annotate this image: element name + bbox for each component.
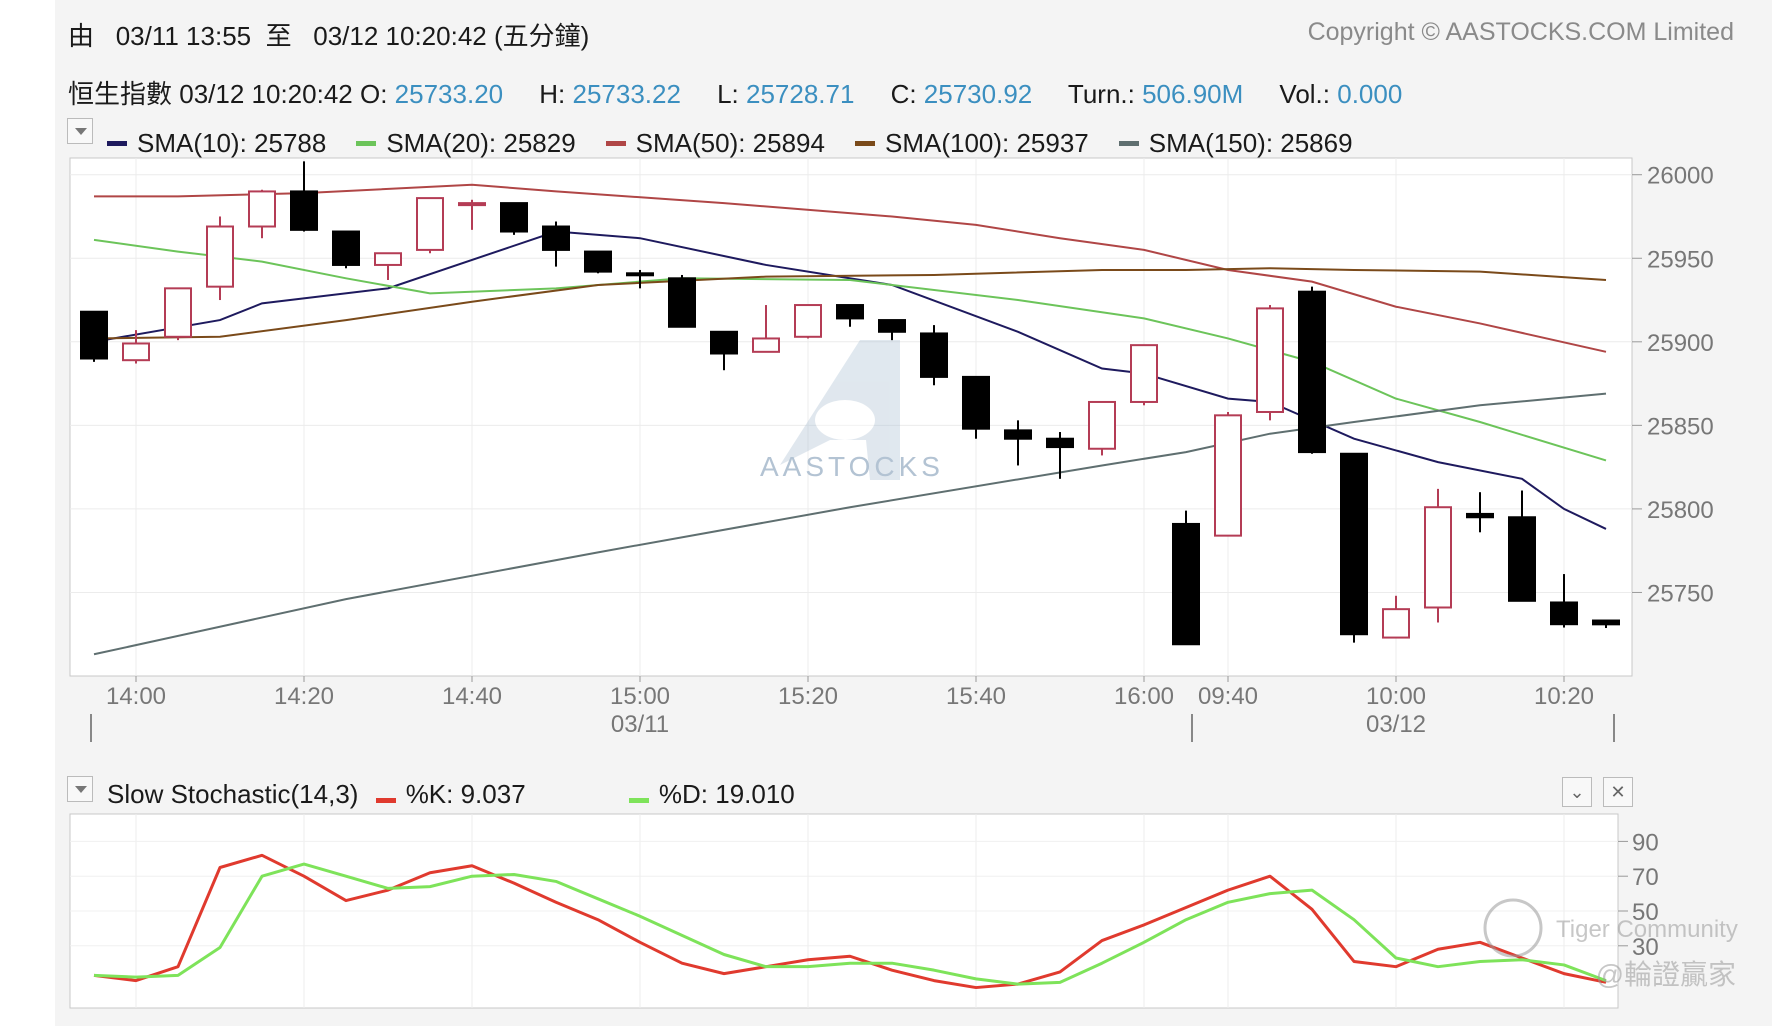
author-watermark: @輪證贏家: [1596, 959, 1736, 990]
x-tick-label: 10:00: [1366, 683, 1426, 710]
candle-body: [962, 375, 990, 430]
candle-body: [458, 202, 486, 207]
candle-body: [1130, 344, 1158, 403]
y-tick-label: 90: [1632, 829, 1659, 856]
candle-body: [416, 197, 444, 251]
x-tick-label: 09:40: [1198, 683, 1258, 710]
candle-body: [374, 252, 402, 266]
candle-body: [500, 202, 528, 233]
candle-body: [1088, 400, 1116, 450]
x-tick-label: 16:00: [1114, 683, 1174, 710]
y-tick-label: 25950: [1647, 246, 1714, 273]
x-tick-label: 10:20: [1534, 683, 1594, 710]
candle-body: [1592, 619, 1620, 626]
y-tick-label: 25750: [1647, 580, 1714, 607]
x-tick-label: 15:00: [610, 683, 670, 710]
candle-body: [1256, 307, 1284, 413]
candle-body: [1424, 506, 1452, 609]
candle-body: [80, 310, 108, 360]
stochastic-chart[interactable]: 90705030Tiger Community@輪證贏家: [0, 800, 1772, 1026]
date-label: 03/12: [1366, 711, 1426, 738]
candle-body: [1340, 452, 1368, 636]
candle-body: [1382, 608, 1410, 639]
x-tick-label: 15:20: [778, 683, 838, 710]
candle-body: [164, 287, 192, 338]
candle-body: [794, 304, 822, 338]
candlestick-chart[interactable]: AASTOCKS 26000 25950 25900 25850 25800 25750 14…: [0, 0, 1772, 760]
candle-body: [122, 342, 150, 362]
y-tick-label: 70: [1632, 864, 1659, 891]
candle-body: [584, 250, 612, 273]
x-tick-label: 14:20: [274, 683, 334, 710]
candle-body: [248, 190, 276, 228]
candle-body: [1466, 512, 1494, 519]
candle-body: [836, 304, 864, 320]
candle-body: [206, 225, 234, 288]
y-tick-label: 25900: [1647, 330, 1714, 357]
candle-body: [878, 319, 906, 333]
candle-body: [710, 330, 738, 355]
y-tick-label: 26000: [1647, 163, 1714, 190]
candle-body: [542, 225, 570, 251]
candle-body: [1214, 414, 1242, 537]
x-tick-label: 14:00: [106, 683, 166, 710]
watermark-shape: [815, 400, 875, 440]
x-tick-label: 14:40: [442, 683, 502, 710]
candle-body: [1046, 437, 1074, 449]
candle-body: [290, 190, 318, 231]
y-tick-label: 25850: [1647, 413, 1714, 440]
candle-body: [1004, 429, 1032, 440]
candle-body: [1550, 601, 1578, 626]
date-label: 03/11: [611, 711, 669, 738]
candle-body: [920, 332, 948, 378]
candle-body: [668, 277, 696, 328]
candle-body: [626, 272, 654, 277]
stochastic-dropdown-button[interactable]: [67, 776, 93, 802]
x-tick-label: 15:40: [946, 683, 1006, 710]
community-name: Tiger Community: [1556, 916, 1738, 943]
candle-body: [1508, 516, 1536, 602]
watermark-text: AASTOCKS: [760, 451, 944, 482]
candle-body: [1172, 522, 1200, 646]
candle-body: [332, 230, 360, 266]
candle-body: [752, 337, 780, 353]
y-tick-label: 25800: [1647, 497, 1714, 524]
candle-body: [1298, 290, 1326, 454]
